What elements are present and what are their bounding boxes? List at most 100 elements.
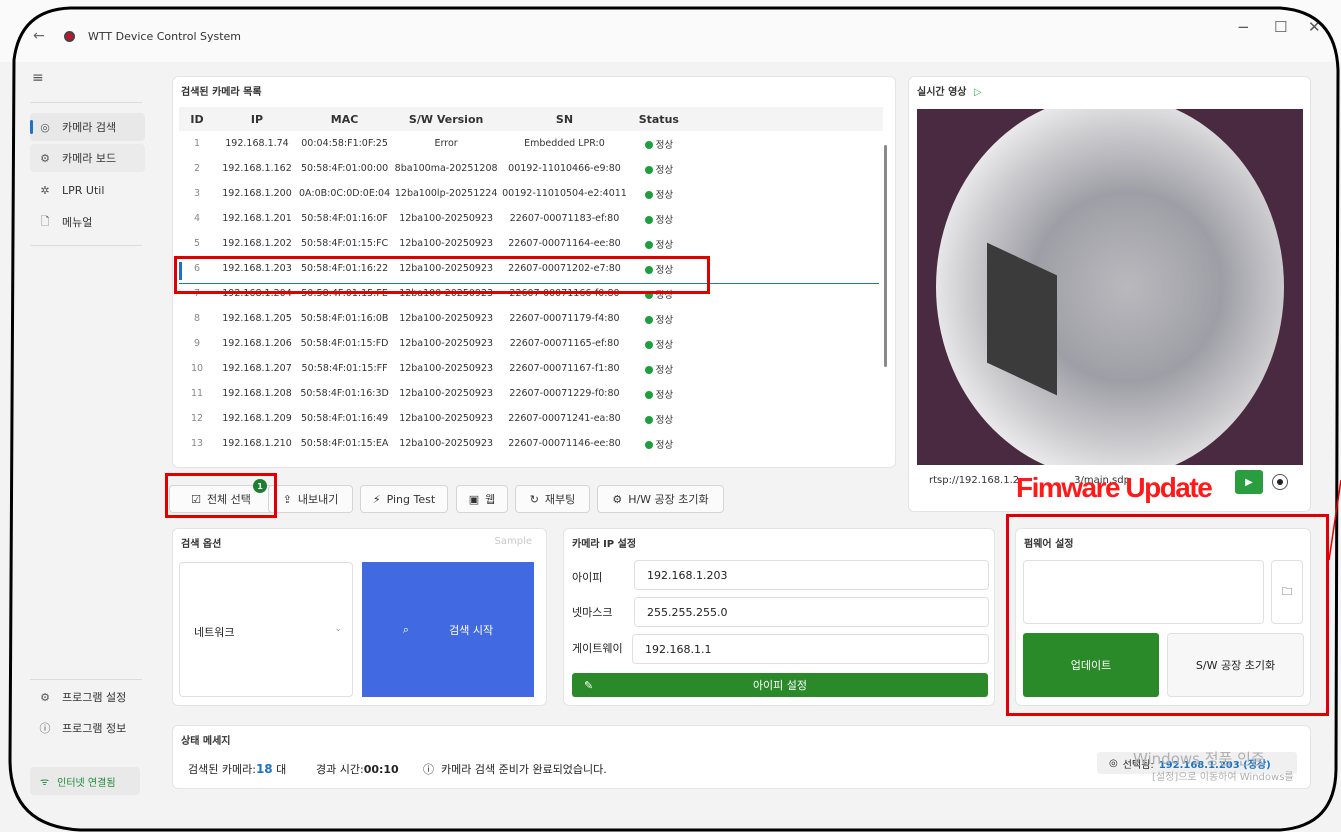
apply-ip-label: 아이피 설정: [752, 679, 808, 692]
column-header-status[interactable]: Status: [626, 107, 691, 131]
reboot-button[interactable]: ↻ 재부팅: [515, 485, 590, 513]
apply-ip-button[interactable]: ✎ 아이피 설정: [572, 673, 988, 697]
windows-activation-watermark-sub: [설정]으로 이동하여 Windows를: [1152, 772, 1294, 783]
hw-factory-reset-button[interactable]: ⚙ H/W 공장 초기화: [597, 485, 724, 513]
export-icon: ⇪: [282, 492, 292, 506]
table-scrollbar[interactable]: [884, 145, 887, 367]
cell-sn: 00192-11010504-e2:4011: [502, 188, 627, 199]
ip-value: 192.168.1.203: [647, 569, 728, 582]
table-row[interactable]: 12 192.168.1.209 50:58:4F:01:16:49 12ba100-…: [179, 406, 883, 431]
table-row[interactable]: 3 192.168.1.200 0A:0B:0C:0D:0E:04 12ba100lp…: [179, 181, 883, 206]
ip-label: 아이피: [572, 571, 603, 584]
cell-ip: 192.168.1.202: [222, 238, 292, 249]
camera-count-value: 18: [255, 762, 273, 776]
cell-status: 정상: [627, 206, 691, 231]
status-title: 상태 메세지: [181, 736, 231, 747]
annotation-select-all-box: [165, 473, 277, 518]
status-dot-icon: [644, 340, 653, 349]
cell-mac: 50:58:4F:01:15:EA: [300, 438, 389, 449]
cell-spacer: [691, 206, 883, 231]
cell-ip: 192.168.1.210: [222, 438, 292, 449]
table-row[interactable]: 1 192.168.1.74 00:04:58:F1:0F:25 Error Embed…: [179, 131, 883, 156]
cell-id: 4: [193, 213, 201, 224]
netmask-input[interactable]: 255.255.255.0: [634, 597, 989, 627]
cell-sw-version: 12ba100-20250923: [399, 363, 494, 374]
table-row[interactable]: 13 192.168.1.210 50:58:4F:01:15:EA 12ba100-…: [179, 431, 883, 456]
camera-list-title: 검색된 카메라 목록: [181, 87, 262, 98]
netmask-value: 255.255.255.0: [647, 606, 728, 619]
sidebar-divider: [30, 679, 142, 680]
status-dot-icon: [644, 240, 653, 249]
wifi-icon: ᯤ: [40, 777, 50, 788]
ip-input[interactable]: 192.168.1.203: [634, 560, 989, 590]
cell-sn: 00192-11010466-e9:80: [508, 163, 621, 174]
web-button[interactable]: ▣ 웹: [456, 485, 508, 513]
sidebar-item-program-settings[interactable]: ⚙ 프로그램 설정: [30, 683, 145, 711]
cell-mac: 50:58:4F:01:16:49: [300, 413, 389, 424]
firmware-update-annotation: Fimware Update: [1016, 472, 1213, 503]
title-bar: ← WTT Device Control System − ☐ ✕: [0, 0, 1341, 62]
camera-icon: ◎: [40, 120, 50, 134]
cell-id: 12: [190, 413, 204, 424]
back-arrow-icon[interactable]: ←: [33, 28, 45, 44]
cell-mac: 50:58:4F:01:16:0B: [300, 313, 389, 324]
record-button[interactable]: [1272, 474, 1288, 490]
sidebar-item-program-info[interactable]: ⓘ 프로그램 정보: [30, 714, 145, 742]
annotation-selected-row-box: [174, 256, 710, 294]
column-header-sw-version[interactable]: S/W Version: [390, 107, 503, 131]
cell-id: 5: [193, 238, 201, 249]
table-row[interactable]: 5 192.168.1.202 50:58:4F:01:15:FC 12ba100-2…: [179, 231, 883, 256]
cell-ip: 192.168.1.207: [222, 363, 292, 374]
cell-id: 11: [190, 388, 204, 399]
start-search-button[interactable]: ⌕ 검색 시작: [362, 562, 534, 697]
ping-label: Ping Test: [386, 492, 436, 506]
elapsed-time: 경과 시간:00:10: [316, 761, 399, 777]
sidebar-item-label: 프로그램 설정: [62, 691, 127, 704]
status-text: 정상: [655, 164, 674, 176]
network-status: ᯤ 인터넷 연결됨: [30, 767, 140, 795]
gateway-input[interactable]: 192.168.1.1: [632, 634, 989, 664]
cell-id: 9: [193, 338, 201, 349]
play-icon[interactable]: ▷: [974, 87, 982, 98]
column-header-ip[interactable]: IP: [215, 107, 299, 131]
reboot-icon: ↻: [529, 492, 539, 506]
cell-spacer: [691, 406, 883, 431]
table-row[interactable]: 9 192.168.1.206 50:58:4F:01:15:FD 12ba100-2…: [179, 331, 883, 356]
app-window: ← WTT Device Control System − ☐ ✕ ≡ ◎ 카메…: [0, 0, 1341, 832]
reboot-label: 재부팅: [544, 493, 576, 506]
export-button[interactable]: ⇪ 내보내기: [268, 485, 353, 513]
ping-test-button[interactable]: ⚡ Ping Test: [360, 485, 448, 513]
table-row[interactable]: 4 192.168.1.201 50:58:4F:01:16:0F 12ba100-2…: [179, 206, 883, 231]
sidebar-item-label: 카메라 검색: [62, 121, 117, 134]
start-search-label: 검색 시작: [449, 623, 494, 637]
minimize-icon[interactable]: −: [1237, 18, 1250, 36]
ping-icon: ⚡: [372, 492, 381, 506]
cell-spacer: [691, 381, 883, 406]
status-dot-icon: [644, 415, 653, 424]
sidebar-item-manual[interactable]: 🗋 메뉴얼: [30, 208, 145, 236]
table-row[interactable]: 10 192.168.1.207 50:58:4F:01:15:FF 12ba100-…: [179, 356, 883, 381]
column-header-mac[interactable]: MAC: [299, 107, 391, 131]
column-header-sn[interactable]: SN: [502, 107, 627, 131]
windows-activation-watermark: Windows 정품 인증: [1133, 750, 1265, 768]
live-video-title-text: 실시간 영상: [917, 87, 967, 98]
menu-icon[interactable]: ≡: [32, 70, 44, 86]
cell-ip: 192.168.1.206: [222, 338, 292, 349]
status-message: ⓘ 카메라 검색 준비가 완료되었습니다.: [423, 761, 607, 777]
sidebar-item-camera-board[interactable]: ⚙ 카메라 보드: [30, 144, 145, 172]
cell-id: 10: [190, 363, 204, 374]
video-feed[interactable]: [917, 109, 1303, 465]
table-row[interactable]: 8 192.168.1.205 50:58:4F:01:16:0B 12ba100-2…: [179, 306, 883, 331]
sidebar-item-lpr-util[interactable]: ✲ LPR Util: [30, 176, 145, 204]
table-row[interactable]: 11 192.168.1.208 50:58:4F:01:16:3D 12ba100-…: [179, 381, 883, 406]
stream-play-button[interactable]: ▶: [1235, 470, 1263, 494]
column-header-id[interactable]: ID: [179, 107, 215, 131]
cell-mac: 50:58:4F:01:15:FF: [301, 363, 388, 374]
cell-sw-version: Error: [434, 138, 458, 149]
cell-id: 1: [193, 138, 201, 149]
maximize-icon[interactable]: ☐: [1274, 18, 1287, 36]
close-icon[interactable]: ✕: [1308, 18, 1321, 36]
search-mode-dropdown[interactable]: 네트워크 ⌄: [179, 562, 353, 697]
sidebar-item-camera-search[interactable]: ◎ 카메라 검색: [30, 113, 145, 141]
table-row[interactable]: 2 192.168.1.162 50:58:4F:01:00:00 8ba100ma-…: [179, 156, 883, 181]
